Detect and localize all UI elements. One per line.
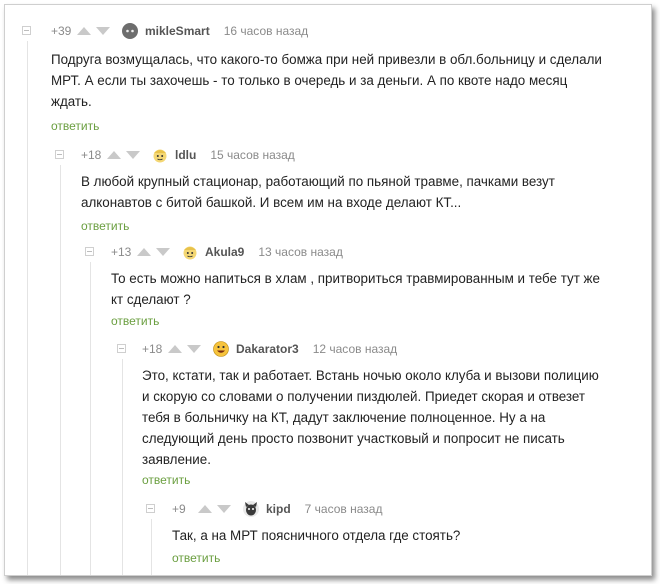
comment-body: Подруга возмущалась, что какого-то бомжа… (51, 49, 641, 112)
smiley-avatar-icon[interactable] (213, 341, 229, 357)
downvote-icon[interactable] (187, 345, 201, 353)
upvote-icon[interactable] (198, 505, 212, 513)
upvote-icon[interactable] (137, 248, 151, 256)
comment-line: То есть можно напиться в хлам , притвори… (111, 271, 600, 286)
cat-avatar-icon[interactable] (122, 23, 138, 39)
thread-line[interactable] (122, 359, 123, 575)
comment-line: алконавтов с битой башкой. И всем им на … (81, 195, 462, 210)
rating: +18 (142, 342, 163, 356)
collapse-toggle[interactable] (146, 504, 155, 513)
upvote-icon[interactable] (77, 27, 91, 35)
comment-header: +18 Dakarator3 12 часов назад (142, 339, 397, 359)
timestamp[interactable]: 16 часов назад (224, 24, 308, 38)
comment-line: В любой крупный стационар, работающий по… (81, 174, 555, 189)
upvote-icon[interactable] (107, 151, 121, 159)
rating: +39 (51, 24, 72, 38)
comment-header: +13 Akula9 13 часов назад (111, 242, 343, 262)
reply-link[interactable]: ответить (111, 314, 159, 328)
animal-avatar-icon[interactable] (243, 501, 259, 517)
username-link[interactable]: ldlu (175, 148, 196, 162)
downvote-icon[interactable] (126, 151, 140, 159)
comment-header: +39 mikleSmart 16 часов назад (51, 21, 308, 41)
downvote-icon[interactable] (96, 27, 110, 35)
reply-link[interactable]: ответить (172, 551, 220, 565)
comment-line: МРТ. А если ты захочешь - то только в оч… (51, 73, 568, 88)
comment-line: и скорую со словами о получении пиздюлей… (142, 389, 586, 404)
collapse-toggle[interactable] (22, 26, 31, 35)
comment-header: +9 kipd 7 часов назад (172, 499, 382, 519)
comment-line: тебя в больничку на КТ, дадут заключение… (142, 410, 546, 425)
comment-header: +18 ldlu 15 часов назад (81, 145, 295, 165)
comment-line: кт сделают ? (111, 292, 191, 307)
username-link[interactable]: Akula9 (205, 245, 244, 259)
reply-link[interactable]: ответить (51, 119, 99, 133)
comment-line: Подруга возмущалась, что какого-то бомжа… (51, 52, 602, 67)
collapse-toggle[interactable] (117, 344, 126, 353)
thread-line[interactable] (60, 165, 61, 575)
reply-link[interactable]: ответить (81, 219, 129, 233)
comment-line: следующий день просто позвонит участковы… (142, 431, 565, 446)
comment-body: То есть можно напиться в хлам , притвори… (111, 268, 631, 310)
comment-line: Это, кстати, так и работает. Встань ночь… (142, 368, 599, 383)
timestamp[interactable]: 13 часов назад (258, 245, 342, 259)
downvote-icon[interactable] (217, 505, 231, 513)
cartoon-avatar-icon[interactable] (152, 147, 168, 163)
comment-thread: +39 mikleSmart 16 часов назад Подруга во… (4, 4, 652, 576)
username-link[interactable]: kipd (266, 502, 291, 516)
thread-line[interactable] (90, 262, 91, 575)
username-link[interactable]: mikleSmart (145, 24, 210, 38)
downvote-icon[interactable] (156, 248, 170, 256)
comment-body: В любой крупный стационар, работающий по… (81, 171, 641, 213)
username-link[interactable]: Dakarator3 (236, 342, 299, 356)
comment-line: Так, а на МРТ поясничного отдела где сто… (172, 528, 461, 543)
timestamp[interactable]: 15 часов назад (210, 148, 294, 162)
comment-line: заявление. (142, 452, 211, 467)
collapse-toggle[interactable] (85, 247, 94, 256)
comment-body: Так, а на МРТ поясничного отдела где сто… (172, 525, 632, 546)
thread-line[interactable] (27, 41, 28, 575)
cartoon-avatar-icon[interactable] (182, 244, 198, 260)
rating: +9 (172, 502, 186, 516)
comment-body: Это, кстати, так и работает. Встань ночь… (142, 365, 632, 470)
comment-line: ждать. (51, 94, 92, 109)
rating: +18 (81, 148, 102, 162)
timestamp[interactable]: 12 часов назад (313, 342, 397, 356)
reply-link[interactable]: ответить (142, 473, 190, 487)
collapse-toggle[interactable] (55, 150, 64, 159)
rating: +13 (111, 245, 132, 259)
timestamp[interactable]: 7 часов назад (305, 502, 383, 516)
upvote-icon[interactable] (168, 345, 182, 353)
thread-line[interactable] (151, 519, 152, 575)
